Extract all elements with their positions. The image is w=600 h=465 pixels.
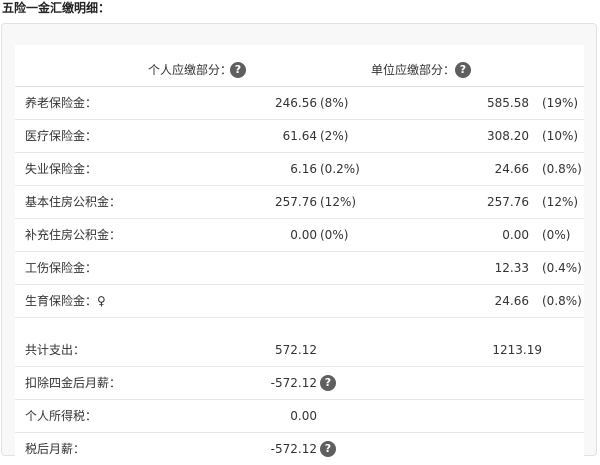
company-value: 0.00 (502, 228, 529, 242)
company-value: 585.58 (487, 96, 529, 110)
net-salary-row: 税后月薪： -572.12 ? (15, 433, 584, 465)
company-value: 12.33 (494, 261, 529, 275)
contribution-table: 个人应缴部分： ? 单位应缴部分： ? 养老保险金： 246.56 (8%) 5… (15, 45, 584, 457)
contribution-panel: 个人应缴部分： ? 单位应缴部分： ? 养老保险金： 246.56 (8%) 5… (1, 23, 597, 457)
net-salary-label: 税后月薪： (25, 442, 86, 456)
income-tax-row: 个人所得税： 0.00 (15, 400, 584, 433)
total-row: 共计支出： 572.12 1213.19 (15, 334, 584, 367)
after-deduction-label: 扣除四金后月薪： (25, 376, 122, 390)
after-deduction-row: 扣除四金后月薪： -572.12 ? (15, 367, 584, 400)
personal-value: 6.16 (290, 162, 317, 176)
company-value: 24.66 (494, 294, 529, 308)
after-deduction-value: -572.12 (270, 376, 317, 390)
personal-value: 61.64 (282, 129, 317, 143)
company-percent: (12%) (542, 195, 579, 209)
income-tax-value: 0.00 (290, 409, 317, 423)
table-row: 养老保险金： 246.56 (8%) 585.58 (19%) (15, 87, 584, 120)
company-percent: (0.4%) (542, 261, 582, 275)
personal-percent: (8%) (320, 96, 349, 110)
row-label: 失业保险金： (25, 162, 98, 176)
company-part-header: 单位应缴部分： (371, 63, 456, 77)
company-percent: (19%) (542, 96, 579, 110)
table-row: 生育保险金：♀ 24.66 (0.8%) (15, 285, 584, 318)
personal-percent: (0%) (320, 228, 349, 242)
total-personal-value: 572.12 (275, 343, 317, 357)
row-label: 养老保险金： (25, 96, 98, 110)
company-percent: (0%) (542, 228, 571, 242)
company-percent: (0.8%) (542, 294, 582, 308)
personal-help-icon[interactable]: ? (230, 62, 246, 78)
table-row: 医疗保险金： 61.64 (2%) 308.20 (10%) (15, 120, 584, 153)
row-label: 医疗保险金： (25, 129, 98, 143)
row-label: 生育保险金：♀ (25, 294, 106, 308)
row-label: 工伤保险金： (25, 261, 98, 275)
total-label: 共计支出： (25, 343, 86, 357)
net-salary-help-icon[interactable]: ? (320, 441, 336, 457)
table-row: 失业保险金： 6.16 (0.2%) 24.66 (0.8%) (15, 153, 584, 186)
company-help-icon[interactable]: ? (455, 62, 471, 78)
personal-part-header: 个人应缴部分： (148, 63, 233, 77)
personal-value: 257.76 (275, 195, 317, 209)
company-value: 24.66 (494, 162, 529, 176)
personal-percent: (0.2%) (320, 162, 360, 176)
company-value: 257.76 (487, 195, 529, 209)
table-header-row: 个人应缴部分： ? 单位应缴部分： ? (15, 54, 584, 87)
row-label: 补充住房公积金： (25, 228, 122, 242)
personal-percent: (12%) (320, 195, 357, 209)
company-percent: (0.8%) (542, 162, 582, 176)
company-percent: (10%) (542, 129, 579, 143)
table-row: 基本住房公积金： 257.76 (12%) 257.76 (12%) (15, 186, 584, 219)
company-value: 308.20 (487, 129, 529, 143)
total-company-value: 1213.19 (492, 343, 542, 357)
after-deduction-help-icon[interactable]: ? (320, 375, 336, 391)
table-row: 补充住房公积金： 0.00 (0%) 0.00 (0%) (15, 219, 584, 252)
page-title: 五险一金汇缴明细： (2, 1, 111, 15)
net-salary-value: -572.12 (270, 442, 317, 456)
personal-percent: (2%) (320, 129, 349, 143)
row-label: 基本住房公积金： (25, 195, 122, 209)
income-tax-label: 个人所得税： (25, 409, 98, 423)
personal-value: 0.00 (290, 228, 317, 242)
table-row: 工伤保险金： 12.33 (0.4%) (15, 252, 584, 285)
personal-value: 246.56 (275, 96, 317, 110)
